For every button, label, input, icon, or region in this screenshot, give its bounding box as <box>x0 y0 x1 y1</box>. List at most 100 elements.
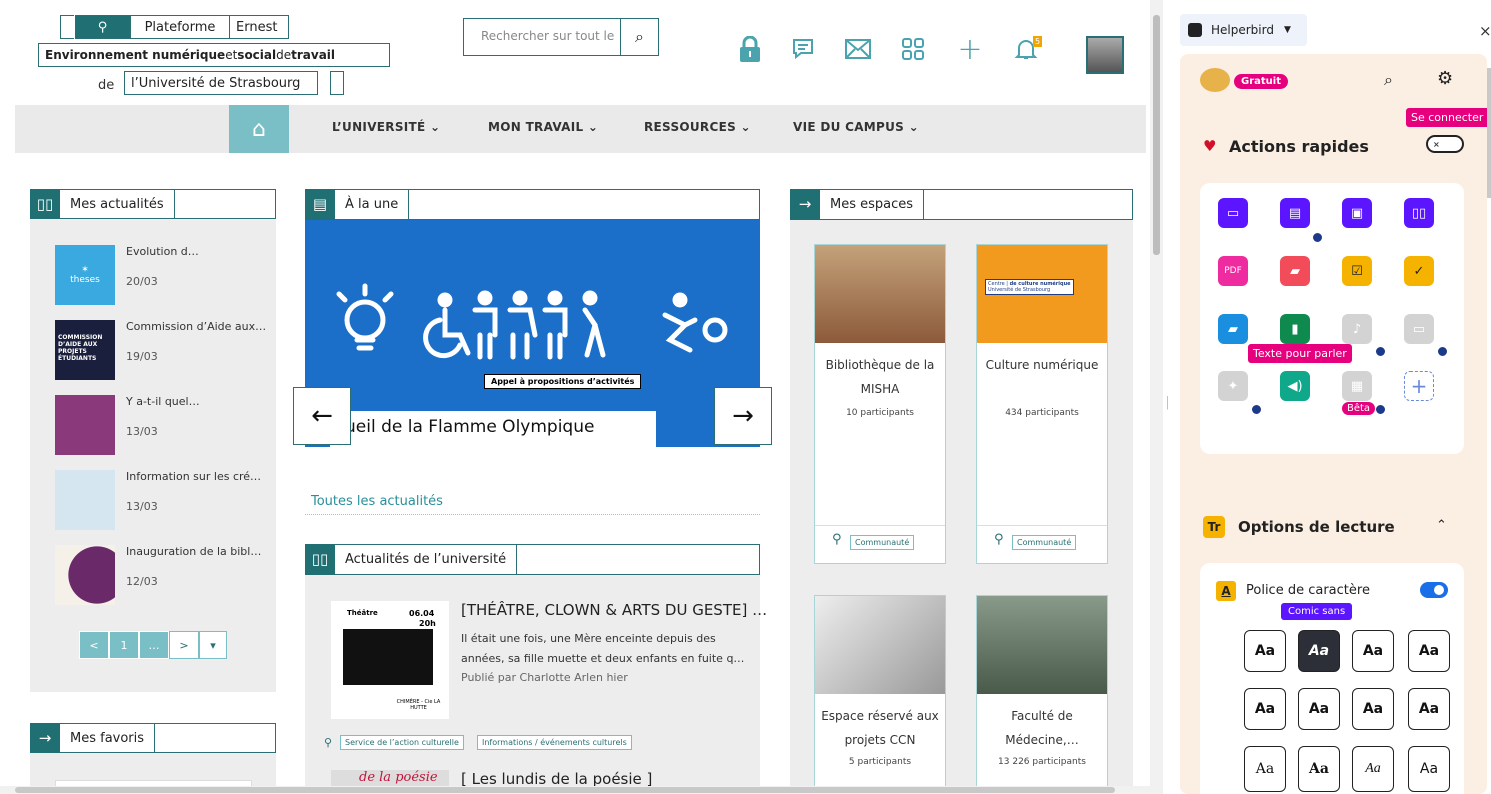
space-name[interactable]: Faculté de Médecine,… <box>977 704 1107 752</box>
nav-item-universite[interactable]: L’UNIVERSITÉ ⌄ <box>332 120 440 134</box>
font-option-1[interactable]: Aa <box>1244 630 1286 672</box>
tag-chip[interactable]: Communauté <box>850 535 915 550</box>
vertical-scrollbar[interactable] <box>1150 0 1163 794</box>
font-option-4[interactable]: Aa <box>1408 630 1450 672</box>
carousel-next-button[interactable]: → <box>714 387 772 445</box>
file-icon[interactable]: ▰ <box>1280 256 1310 286</box>
reading-options-title[interactable]: Options de lecture <box>1238 518 1395 536</box>
news-title[interactable]: Y a-t-il quel… <box>126 395 266 408</box>
calculator-icon[interactable]: ▦ <box>1342 371 1372 401</box>
sidebar-scrollbar[interactable] <box>1487 68 1491 198</box>
sparkle-icon[interactable]: ✦ <box>1218 371 1248 401</box>
search-box[interactable]: Rechercher sur tout le ⌕ <box>463 18 659 56</box>
calendar-icon[interactable]: ▤ <box>1280 198 1310 228</box>
font-option-9[interactable]: Aa <box>1244 746 1286 792</box>
pager-ellipsis[interactable]: … <box>139 631 169 659</box>
nav-item-ressources[interactable]: RESSOURCES ⌄ <box>644 120 751 134</box>
font-option-6[interactable]: Aa <box>1298 688 1340 730</box>
pdf-icon[interactable]: PDF <box>1218 256 1248 286</box>
lock-icon[interactable] <box>737 36 763 62</box>
chat-icon[interactable] <box>790 36 816 62</box>
check-plus-icon[interactable]: ✓ <box>1404 256 1434 286</box>
document-icon[interactable]: ▣ <box>1342 198 1372 228</box>
file-edit-icon[interactable]: ▰ <box>1218 314 1248 344</box>
list-item[interactable]: COMMISSION D’AIDE AUX PROJETS ÉTUDIANTS … <box>55 320 266 380</box>
space-name[interactable]: Culture numérique <box>977 353 1107 377</box>
beta-badge: Bêta <box>1342 402 1376 415</box>
news-title[interactable]: Inauguration de la bibl… <box>126 545 266 558</box>
nav-item-mon-travail[interactable]: MON TRAVAIL ⌄ <box>488 120 598 134</box>
font-option-8[interactable]: Aa <box>1408 688 1450 730</box>
font-option-5[interactable]: Aa <box>1244 688 1286 730</box>
space-card[interactable]: Faculté de Médecine,… 13 226 participant… <box>976 595 1108 794</box>
list-item[interactable]: Inauguration de la bibl… 12/03 <box>55 545 265 605</box>
font-option-12[interactable]: Aa <box>1408 746 1450 792</box>
logo-frame <box>60 15 74 39</box>
list-item[interactable]: Y a-t-il quel… 13/03 <box>55 395 265 455</box>
carousel-prev-button[interactable]: ← <box>293 387 351 445</box>
pager-dropdown[interactable]: ▾ <box>199 631 227 659</box>
font-option-10[interactable]: Aa <box>1298 746 1340 792</box>
space-image <box>977 596 1107 694</box>
login-toggle[interactable]: × <box>1426 135 1464 153</box>
apps-grid-icon[interactable] <box>900 36 926 62</box>
dictionary-icon[interactable]: ▮ <box>1280 314 1310 344</box>
news-title[interactable]: Evolution d… <box>126 245 266 258</box>
space-name[interactable]: Espace réservé aux projets CCN <box>815 704 945 752</box>
scrollbar-thumb[interactable] <box>1153 15 1160 255</box>
space-name[interactable]: Bibliothèque de la MISHA <box>815 353 945 401</box>
microphone-icon[interactable]: ♪ <box>1342 314 1372 344</box>
list-item[interactable]: ✶ theses Evolution d… 20/03 <box>55 245 265 305</box>
all-news-link[interactable]: Toutes les actualités <box>311 494 443 509</box>
scrollbar-thumb[interactable] <box>15 787 1115 793</box>
search-input[interactable]: Rechercher sur tout le <box>464 19 620 55</box>
space-card[interactable]: Bibliothèque de la MISHA 10 participants… <box>814 244 946 564</box>
news-thumbnail[interactable]: Théâtre 06.04 20h CHIMÈRE - Cie LA HUTTE <box>331 601 449 719</box>
home-icon[interactable]: ⌂ <box>229 105 289 153</box>
mes-espaces-header: → Mes espaces <box>790 188 1133 220</box>
close-icon[interactable]: × <box>1479 22 1491 40</box>
pager-prev[interactable]: < <box>79 631 109 659</box>
speaker-icon[interactable]: ◀) <box>1280 371 1310 401</box>
book-icon[interactable]: ▯▯ <box>1404 198 1434 228</box>
space-card[interactable]: Espace réservé aux projets CCN 5 partici… <box>814 595 946 794</box>
carousel-caption[interactable]: ueil de la Flamme Olympique <box>330 411 656 447</box>
tag-chip[interactable]: Communauté <box>1012 535 1077 550</box>
gear-icon[interactable]: ⚙ <box>1437 68 1453 89</box>
pager-next[interactable]: > <box>169 631 199 659</box>
helperbird-selector[interactable]: Helperbird ▼ <box>1180 14 1307 46</box>
thumb-time: 20h <box>419 619 436 628</box>
login-tooltip[interactable]: Se connecter <box>1406 108 1489 127</box>
list-item[interactable]: Information sur les cré… 13/03 <box>55 470 265 530</box>
horizontal-scrollbar[interactable] <box>0 786 1150 794</box>
site-logo[interactable]: ⚲ Plateforme Ernest Environnement numéri… <box>38 15 390 95</box>
news-title[interactable]: Information sur les cré… <box>126 470 266 483</box>
space-card[interactable]: Centre | de culture numérique Université … <box>976 244 1108 564</box>
news-title[interactable]: Commission d’Aide aux… <box>126 320 266 333</box>
news-title[interactable]: [THÉÂTRE, CLOWN & ARTS DU GESTE] … <box>461 601 767 619</box>
arrow-right-icon: → <box>790 188 820 220</box>
mail-icon[interactable] <box>845 36 871 62</box>
add-action-icon[interactable]: + <box>1404 371 1434 401</box>
search-icon[interactable]: ⌕ <box>620 19 658 55</box>
search-icon[interactable]: ⌕ <box>1384 70 1393 90</box>
checklist-icon[interactable]: ☑ <box>1342 256 1372 286</box>
font-option-3[interactable]: Aa <box>1352 630 1394 672</box>
font-toggle[interactable] <box>1420 582 1448 598</box>
nav-item-vie-du-campus[interactable]: VIE DU CAMPUS ⌄ <box>793 120 919 134</box>
tag-chip[interactable]: Informations / événements culturels <box>477 735 632 750</box>
font-option-comic-sans[interactable]: Aa <box>1298 630 1340 672</box>
chevron-up-icon[interactable]: ⌃ <box>1436 518 1447 533</box>
note-icon[interactable]: ▭ <box>1404 314 1434 344</box>
tag-chip[interactable]: Service de l’action culturelle <box>340 735 464 750</box>
mes-favoris-header: → Mes favoris <box>30 722 276 753</box>
reader-icon[interactable]: ▭ <box>1218 198 1248 228</box>
font-option-11[interactable]: Aa <box>1352 746 1394 792</box>
avatar[interactable] <box>1086 36 1124 74</box>
plus-icon[interactable]: + <box>957 32 983 67</box>
pager-page-1[interactable]: 1 <box>109 631 139 659</box>
chevron-down-icon: ▼ <box>1283 25 1291 35</box>
font-option-7[interactable]: Aa <box>1352 688 1394 730</box>
plan-badge[interactable]: Gratuit <box>1234 74 1288 89</box>
platform-tagline: Environnement numérique et social de tra… <box>38 43 390 67</box>
